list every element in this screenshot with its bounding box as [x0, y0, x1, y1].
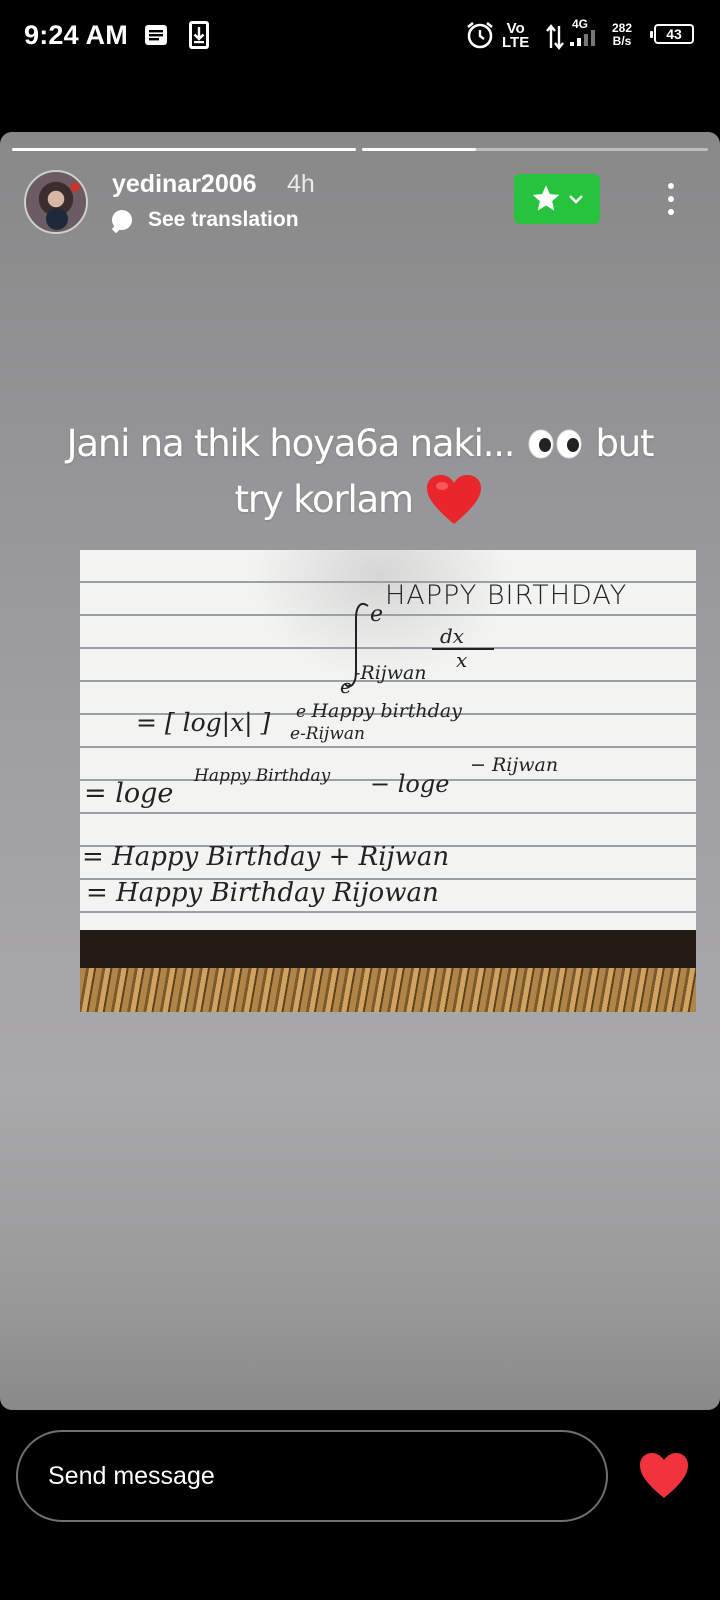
line3-right: − loge [370, 770, 450, 798]
integral-upper-limit: e [370, 602, 384, 627]
line2-sub-e: e [290, 724, 301, 744]
volte-lte-label: LTE [502, 34, 530, 51]
status-bar: 9:24 AM Vo LTE 4G 282 B/s 43 [0, 0, 720, 72]
more-dot [668, 209, 674, 215]
integral-lower-limit: e [340, 674, 352, 698]
line2-bracket: = [ log|x| ] [136, 708, 271, 737]
eyes-emoji [528, 429, 582, 459]
star-icon [532, 185, 560, 211]
avatar-detail [70, 182, 80, 192]
line5: = Happy Birthday Rijowan [86, 878, 439, 908]
story-viewer[interactable]: yedinar2006 4h See translation Jani na t… [0, 132, 720, 1410]
see-translation-button[interactable]: See translation [112, 208, 299, 232]
caption-line-1: Jani na thik hoya6a naki... but [60, 416, 660, 472]
story-photo: HAPPY BIRTHDAY e dx x e -Rijwan = [ log|… [80, 550, 696, 1012]
line2-sub-text: -Rijwan [300, 724, 365, 744]
line3-sup1: Happy Birthday [194, 766, 331, 786]
line3-sup2: − Rijwan [470, 754, 559, 776]
data-arrows-icon [546, 24, 564, 50]
battery-icon: 43 [650, 24, 694, 44]
line2-sup: e Happy birthday [296, 700, 462, 722]
heart-emoji [427, 475, 482, 524]
net-speed-unit: B/s [612, 34, 632, 48]
more-options-button[interactable] [656, 176, 686, 222]
close-friends-button[interactable] [514, 174, 600, 224]
net-speed: 282 B/s [612, 22, 632, 48]
photo-title: HAPPY BIRTHDAY [385, 580, 628, 611]
translate-icon [112, 210, 132, 230]
alarm-icon [467, 21, 493, 49]
send-message-input[interactable] [16, 1430, 608, 1522]
integrand-numerator: dx [440, 624, 465, 648]
photo-shadow-band [80, 930, 696, 968]
story-time-ago: 4h [287, 170, 315, 198]
line4: = Happy Birthday + Rijwan [82, 842, 450, 872]
caption-line-2: try korlam [60, 472, 660, 528]
line2-sup-text: Happy birthday [311, 700, 462, 722]
line2-sup-e: e [296, 702, 307, 722]
line3-left: = loge [84, 778, 174, 809]
caption-text-1b: but [595, 422, 655, 465]
see-translation-label: See translation [148, 208, 299, 231]
integral-lower-exp: -Rijwan [354, 662, 427, 684]
signal-icon [570, 30, 595, 46]
like-heart-icon[interactable] [638, 1452, 690, 1500]
wicker-basket [80, 968, 696, 1012]
story-progress-fill-1 [12, 148, 356, 151]
message-icon [145, 25, 167, 45]
avatar[interactable] [24, 170, 88, 234]
avatar-detail [46, 208, 68, 230]
story-progress-2 [362, 148, 708, 151]
story-progress-fill-2 [362, 148, 477, 151]
line2-sub: e-Rijwan [290, 724, 365, 744]
more-dot [668, 183, 674, 189]
story-username[interactable]: yedinar2006 [112, 170, 257, 199]
story-progress-1 [12, 148, 356, 151]
story-caption: Jani na thik hoya6a naki... but try korl… [60, 416, 660, 528]
volte-indicator: Vo LTE [502, 21, 530, 51]
status-time: 9:24 AM [24, 20, 128, 50]
caption-text-2: try korlam [234, 478, 415, 521]
more-dot [668, 196, 674, 202]
integrand-denominator: x [456, 648, 468, 672]
download-icon [189, 21, 209, 49]
caption-text-1a: Jani na thik hoya6a naki... [66, 422, 516, 465]
chevron-down-icon [569, 195, 583, 204]
reply-bar [0, 1410, 720, 1600]
